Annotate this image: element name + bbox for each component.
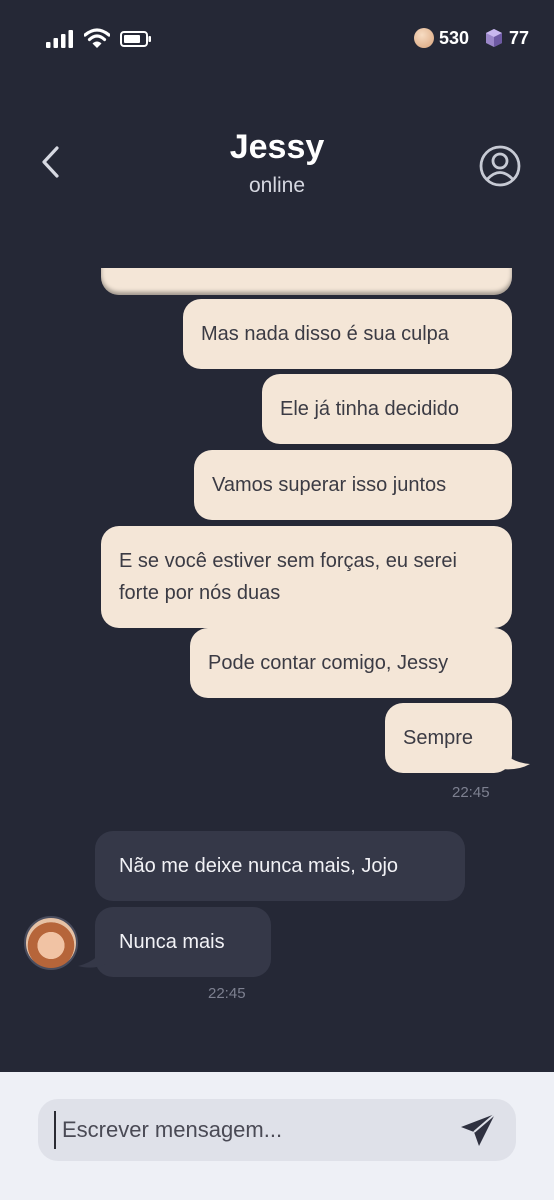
message-bubble-out[interactable]: Pode contar comigo, Jessy xyxy=(190,628,512,698)
gem-balance[interactable]: 77 xyxy=(484,26,529,50)
message-timestamp: 22:45 xyxy=(208,985,246,1002)
message-bubble-in[interactable]: Não me deixe nunca mais, Jojo xyxy=(95,831,465,901)
contact-name: Jessy xyxy=(229,128,325,166)
coin-icon xyxy=(414,28,434,48)
avatar[interactable] xyxy=(24,916,78,970)
gem-icon xyxy=(486,29,502,47)
status-bar: 530 77 xyxy=(0,0,554,78)
chat-header: Jessy online xyxy=(0,110,554,220)
message-bubble-in[interactable]: Nunca mais xyxy=(95,907,271,977)
bubble-tail xyxy=(494,738,530,770)
message-bubble-out[interactable]: E se você estiver sem forças, eu serei f… xyxy=(101,526,512,628)
coin-balance[interactable]: 530 xyxy=(414,26,469,50)
message-text: Não me deixe nunca mais, Jojo xyxy=(119,855,399,877)
paper-plane-icon xyxy=(461,1113,496,1146)
wifi-icon xyxy=(84,28,110,48)
message-timestamp: 22:45 xyxy=(452,784,490,801)
contact-status: online xyxy=(248,174,306,197)
battery-icon xyxy=(120,31,151,47)
bubble-tail xyxy=(78,940,106,968)
coin-count: 530 xyxy=(439,27,470,48)
message-input-box[interactable] xyxy=(38,1099,516,1161)
message-text: Pode contar comigo, Jessy xyxy=(208,652,449,674)
gem-count: 77 xyxy=(509,27,530,48)
message-list[interactable]: Mas nada disso é sua culpa Ele já tinha … xyxy=(0,228,554,1068)
user-circle-icon xyxy=(479,145,521,187)
profile-button[interactable] xyxy=(478,144,522,188)
message-bubble-out[interactable]: Vamos superar isso juntos xyxy=(194,450,512,520)
message-bubble-out[interactable]: Mas nada disso é sua culpa xyxy=(183,299,512,369)
send-button[interactable] xyxy=(458,1111,498,1149)
message-text: E se você estiver sem forças, eu serei f… xyxy=(119,550,457,604)
message-text: Sempre xyxy=(403,727,474,749)
scroll-fade xyxy=(0,228,554,268)
message-text: Nunca mais xyxy=(119,931,225,953)
message-text: Vamos superar isso juntos xyxy=(212,474,447,496)
message-text: Ele já tinha decidido xyxy=(280,398,460,420)
message-bubble-out[interactable]: Sempre xyxy=(385,703,512,773)
message-input[interactable] xyxy=(54,1111,454,1149)
message-bubble-out[interactable]: Ele já tinha decidido xyxy=(262,374,512,444)
message-text: Mas nada disso é sua culpa xyxy=(201,323,449,345)
signal-icon xyxy=(46,30,73,48)
message-composer xyxy=(0,1072,554,1200)
